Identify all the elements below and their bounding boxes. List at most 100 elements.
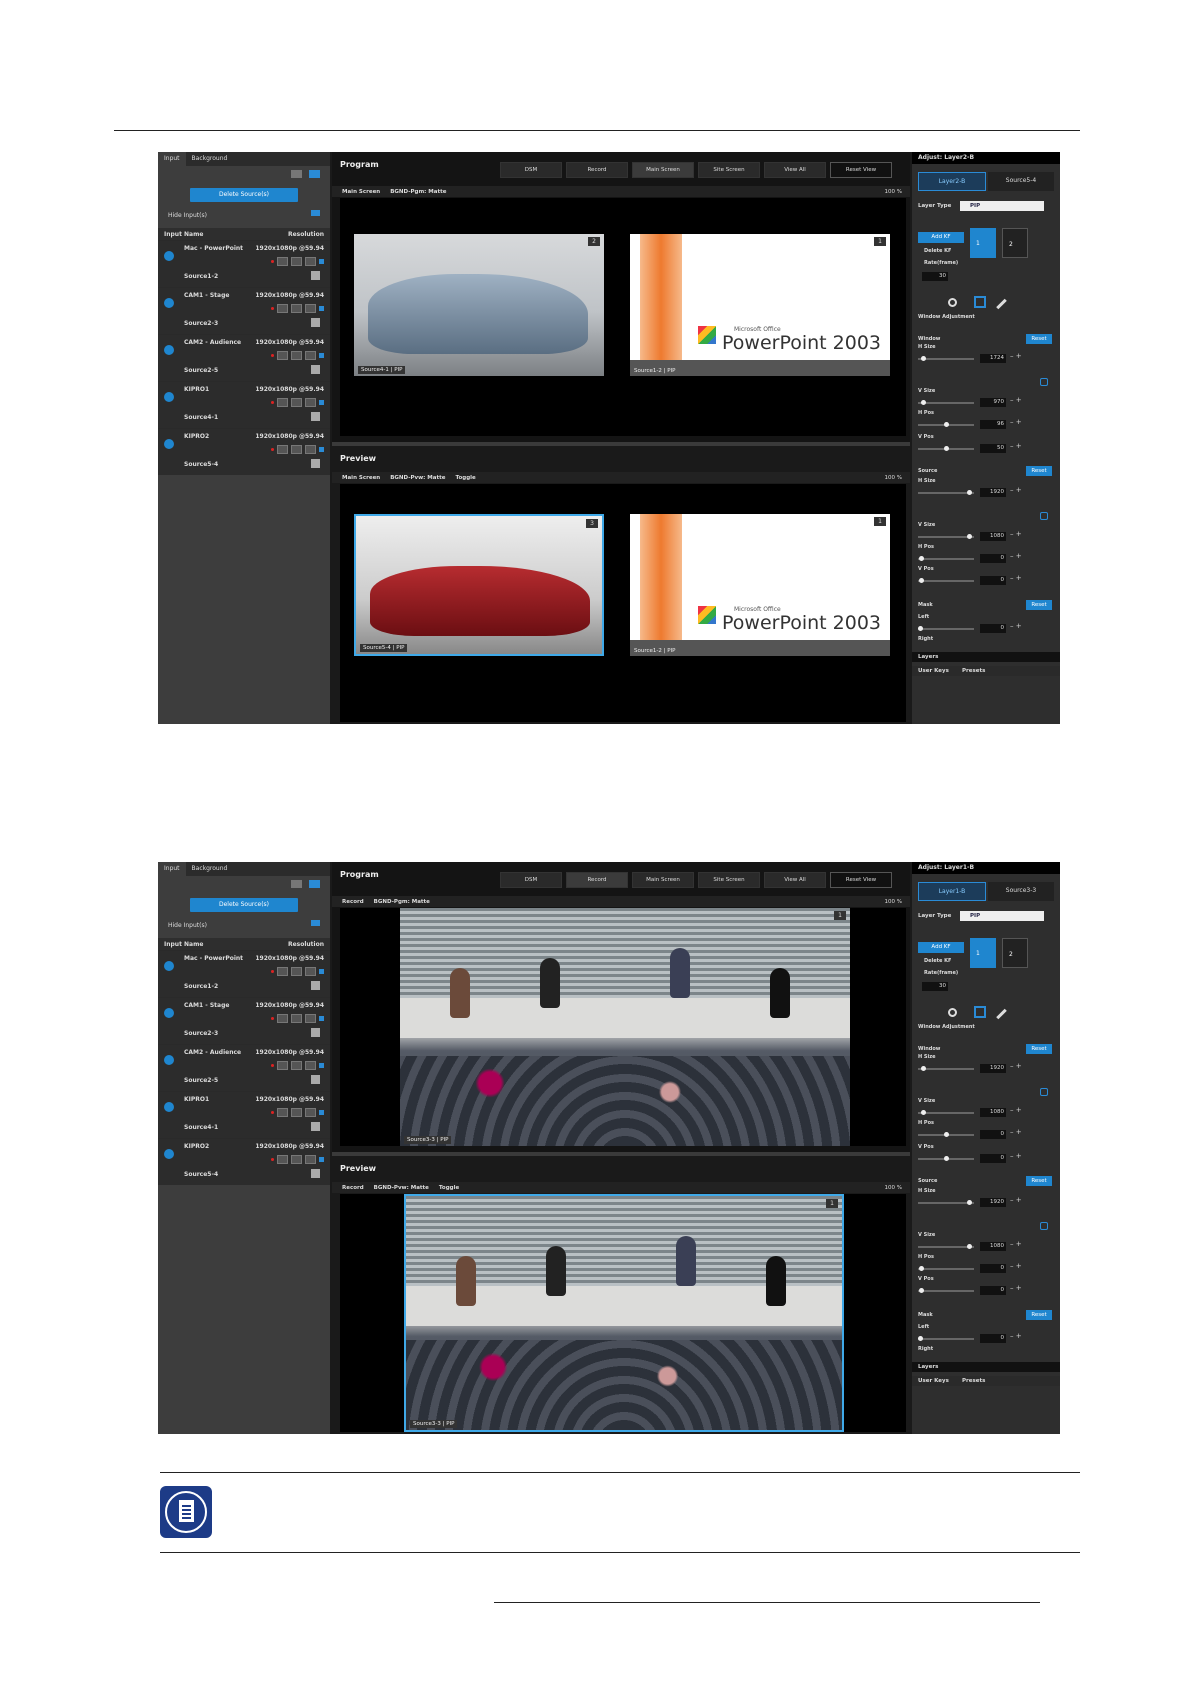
slider-knob[interactable] <box>944 446 949 451</box>
vpos-slider[interactable] <box>918 446 974 451</box>
mask-left-slider[interactable] <box>918 626 974 631</box>
preview-bar-toggle[interactable]: Toggle <box>439 1185 459 1191</box>
site-screen-button[interactable]: Site Screen <box>698 872 760 888</box>
vsize-value[interactable]: 1080 <box>980 1108 1006 1117</box>
hpos-minus-plus[interactable]: – + <box>1010 1128 1022 1136</box>
preview-view[interactable]: 1 Source3-3 | PIP <box>340 1194 906 1432</box>
hsize-minus-plus[interactable]: – + <box>1010 352 1022 360</box>
source-select-icon[interactable] <box>164 439 174 449</box>
camera-icon[interactable] <box>305 257 316 266</box>
program-bar-bgnd[interactable]: BGND-Pgm: Matte <box>374 899 430 905</box>
keyframe-1[interactable]: 1 <box>970 228 996 258</box>
source-row[interactable]: CAM2 - Audience 1920x1080p @59.94 Source2-… <box>158 1044 330 1091</box>
preview-bar-screen[interactable]: Main Screen <box>342 475 380 481</box>
source-row[interactable]: CAM1 - Stage 1920x1080p @59.94 Source2-3 <box>158 287 330 334</box>
dsm-button[interactable]: DSM <box>500 872 562 888</box>
refresh-icon[interactable] <box>277 967 288 976</box>
main-screen-button[interactable]: Main Screen <box>632 872 694 888</box>
camera-icon[interactable] <box>305 1061 316 1070</box>
copy-icon[interactable] <box>311 1075 320 1084</box>
vpos-minus-plus[interactable]: – + <box>1010 1152 1022 1160</box>
preview-bar-bgnd[interactable]: BGND-Pvw: Matte <box>374 1185 429 1191</box>
settings-icon[interactable] <box>291 1155 302 1164</box>
settings-icon[interactable] <box>291 1061 302 1070</box>
hpos-slider[interactable] <box>918 1266 974 1271</box>
settings-icon[interactable] <box>291 398 302 407</box>
list-view-icon[interactable] <box>291 170 302 178</box>
camera-icon[interactable] <box>305 1108 316 1117</box>
hsize-slider[interactable] <box>918 490 974 495</box>
add-kf-button[interactable]: Add KF <box>918 232 964 243</box>
preview-tile-ppt[interactable]: Microsoft Office PowerPoint 2003 1 Sourc… <box>630 514 890 656</box>
source-select-icon[interactable] <box>164 961 174 971</box>
source-row[interactable]: Mac - PowerPoint 1920x1080p @59.94 Source1… <box>158 240 330 287</box>
program-view[interactable]: 2 Source4-1 | PIP Microsoft Office Power… <box>340 198 906 436</box>
hide-inputs-toggle[interactable] <box>311 920 320 926</box>
hpos-slider[interactable] <box>918 1132 974 1137</box>
hpos-value[interactable]: 0 <box>980 1130 1006 1139</box>
dsm-button[interactable]: DSM <box>500 162 562 178</box>
user-keys-tab[interactable]: User Keys <box>918 668 949 674</box>
gear-icon[interactable] <box>948 298 957 307</box>
settings-icon[interactable] <box>291 257 302 266</box>
window-reset-button[interactable]: Reset <box>1026 334 1052 344</box>
site-screen-button[interactable]: Site Screen <box>698 162 760 178</box>
delete-sources-button[interactable]: Delete Source(s) <box>190 898 298 912</box>
mask-minus-plus[interactable]: – + <box>1010 1332 1022 1340</box>
slider-knob[interactable] <box>944 422 949 427</box>
settings-icon[interactable] <box>291 1014 302 1023</box>
slider-knob[interactable] <box>921 400 926 405</box>
vsize-minus-plus[interactable]: – + <box>1010 530 1022 538</box>
source-select-icon[interactable] <box>164 392 174 402</box>
refresh-icon[interactable] <box>277 1061 288 1070</box>
program-bar-bgnd[interactable]: BGND-Pgm: Matte <box>390 189 446 195</box>
layer-type-select[interactable]: PIP <box>960 911 1044 921</box>
preview-bar-screen[interactable]: Record <box>342 1185 364 1191</box>
presets-tab[interactable]: Presets <box>962 668 985 674</box>
slider-knob[interactable] <box>967 490 972 495</box>
camera-icon[interactable] <box>305 445 316 454</box>
hsize-slider[interactable] <box>918 1200 974 1205</box>
tab-background[interactable]: Background <box>186 152 234 166</box>
copy-icon[interactable] <box>311 1122 320 1131</box>
preview-bar-bgnd[interactable]: BGND-Pvw: Matte <box>390 475 445 481</box>
layer-type-select[interactable]: PIP <box>960 201 1044 211</box>
slider-knob[interactable] <box>944 1156 949 1161</box>
rate-value[interactable]: 30 <box>922 272 948 281</box>
slider-knob[interactable] <box>919 1266 924 1271</box>
hide-inputs-toggle[interactable] <box>311 210 320 216</box>
settings-icon[interactable] <box>291 967 302 976</box>
hpos-value[interactable]: 96 <box>980 420 1006 429</box>
user-keys-tab[interactable]: User Keys <box>918 1378 949 1384</box>
refresh-icon[interactable] <box>277 1155 288 1164</box>
source-row[interactable]: KIPRO1 1920x1080p @59.94 Source4-1 <box>158 381 330 428</box>
layers-tab[interactable]: Layers <box>918 654 938 660</box>
window-reset-button[interactable]: Reset <box>1026 1044 1052 1054</box>
hsize-value[interactable]: 1920 <box>980 488 1006 497</box>
slider-knob[interactable] <box>921 1110 926 1115</box>
copy-icon[interactable] <box>311 459 320 468</box>
brush-icon[interactable] <box>996 298 1007 310</box>
refresh-icon[interactable] <box>277 351 288 360</box>
vsize-minus-plus[interactable]: – + <box>1010 1106 1022 1114</box>
slider-knob[interactable] <box>921 1066 926 1071</box>
refresh-icon[interactable] <box>277 304 288 313</box>
camera-icon[interactable] <box>305 351 316 360</box>
source-select-icon[interactable] <box>164 345 174 355</box>
camera-icon[interactable] <box>305 1155 316 1164</box>
grid-view-icon[interactable] <box>309 170 320 178</box>
mask-minus-plus[interactable]: – + <box>1010 622 1022 630</box>
copy-icon[interactable] <box>311 1028 320 1037</box>
vsize-minus-plus[interactable]: – + <box>1010 1240 1022 1248</box>
slider-knob[interactable] <box>918 626 923 631</box>
copy-icon[interactable] <box>311 981 320 990</box>
hpos-minus-plus[interactable]: – + <box>1010 552 1022 560</box>
source-row[interactable]: KIPRO2 1920x1080p @59.94 Source5-4 <box>158 1138 330 1185</box>
brush-icon[interactable] <box>996 1008 1007 1020</box>
view-all-button[interactable]: View All <box>764 872 826 888</box>
keyframe-1[interactable]: 1 <box>970 938 996 968</box>
presets-tab[interactable]: Presets <box>962 1378 985 1384</box>
preview-view[interactable]: 3 Source5-4 | PIP Microsoft Office Power… <box>340 484 906 722</box>
mask-left-slider[interactable] <box>918 1336 974 1341</box>
source-select-icon[interactable] <box>164 251 174 261</box>
